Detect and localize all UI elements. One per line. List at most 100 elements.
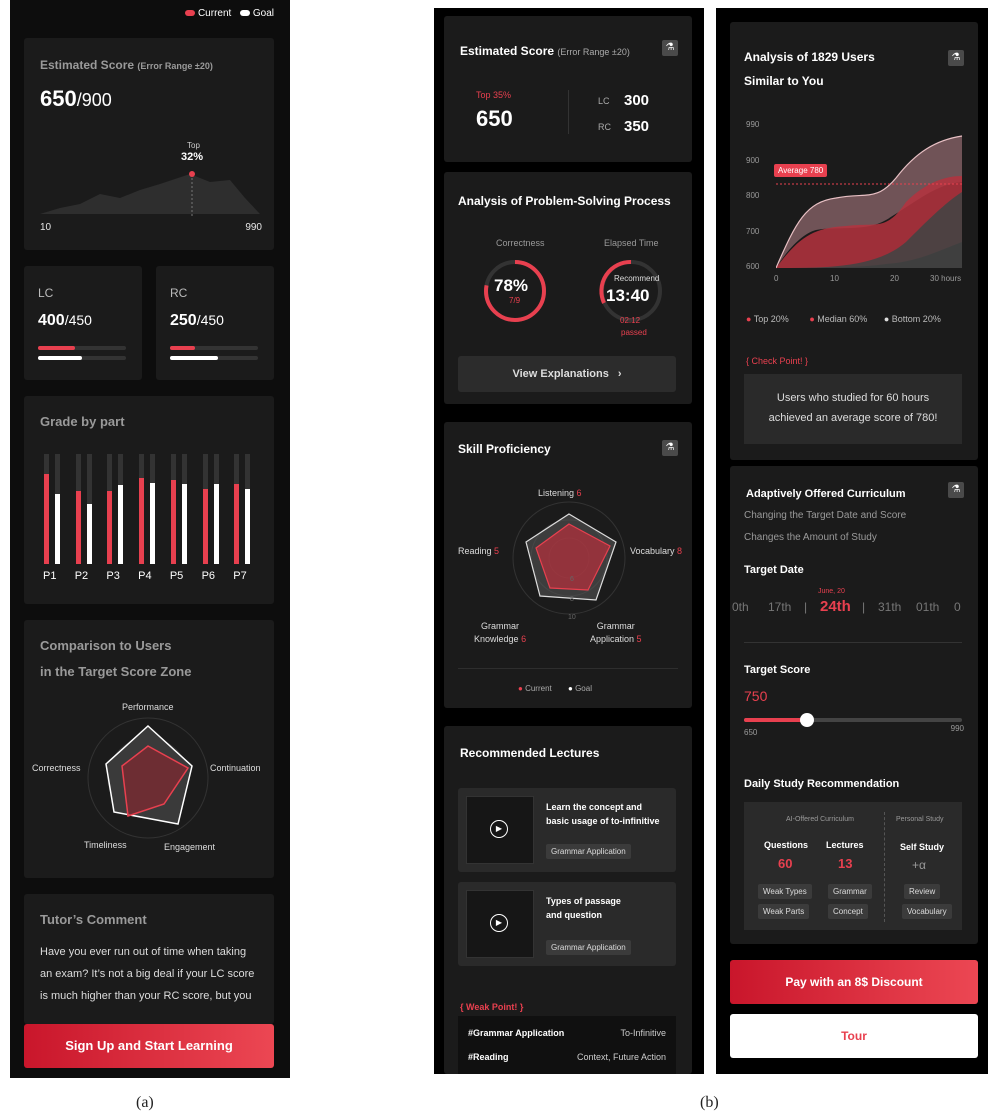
- play-icon[interactable]: ▶: [490, 820, 508, 838]
- lc-current-track: [38, 346, 126, 350]
- date-selected[interactable]: 24th: [820, 600, 851, 615]
- date-option[interactable]: 0: [954, 600, 961, 614]
- grade-bar-current: [170, 480, 176, 564]
- gknow-line-2: Knowledge 6: [474, 633, 526, 646]
- y-tick: 600: [746, 262, 760, 271]
- analysis-legend: ● Top 20% ● Median 60% ● Bottom 20%: [746, 314, 941, 324]
- grade-bar-current-track: [139, 454, 145, 564]
- chevron-right-icon: ›: [617, 368, 622, 380]
- grade-bar-current-track: [44, 454, 49, 564]
- target-month: June, 20: [818, 588, 845, 595]
- view-explanations-button[interactable]: View Explanations ›: [458, 356, 676, 392]
- axis-engagement: Engagement: [164, 842, 216, 852]
- lc-current-fill: [38, 346, 75, 350]
- flask-icon[interactable]: ⚗: [662, 440, 678, 456]
- gknow-value: 6: [521, 634, 527, 644]
- date-option[interactable]: 0th: [732, 600, 749, 614]
- grade-bar-current-track: [107, 454, 113, 564]
- date-separator: |: [862, 600, 866, 614]
- score-slider-handle[interactable]: [800, 713, 815, 727]
- analysis-card: Analysis of 1829 Users Similar to You ⚗ …: [730, 22, 978, 460]
- top-marker-dot: [189, 171, 195, 177]
- legend-goal-dot: [240, 10, 251, 16]
- grade-bar-current: [139, 478, 145, 564]
- lc-card: LC 400/450: [24, 266, 142, 380]
- legend-bottom-dot: ●: [883, 314, 890, 324]
- grade-part-label: P5: [169, 570, 184, 582]
- lecture-item[interactable]: ▶ Learn the concept and basic usage of t…: [458, 788, 676, 872]
- flask-icon[interactable]: ⚗: [948, 50, 964, 66]
- grade-bar-goal-track: [213, 454, 219, 564]
- grade-bar-goal: [118, 484, 124, 564]
- gapp-line-2: Application 5: [590, 633, 642, 646]
- grade-bar-goal-track: [55, 454, 60, 564]
- tag-weak-types[interactable]: Weak Types: [758, 884, 812, 899]
- comparison-title-2: in the Target Score Zone: [40, 664, 192, 679]
- grade-bars: P1 P2 P3 P4 P5 P6 P7: [40, 454, 262, 590]
- self-study-label: Self Study: [900, 842, 945, 852]
- rc-score-value: 250: [170, 312, 197, 329]
- correctness-label: Correctness: [496, 238, 545, 248]
- lc-goal-track: [38, 356, 126, 360]
- screen-b-right: Analysis of 1829 Users Similar to You ⚗ …: [716, 8, 988, 1074]
- vertical-divider: [884, 812, 885, 922]
- skill-vocabulary: Vocabulary 8: [630, 546, 682, 556]
- tag-concept[interactable]: Concept: [828, 904, 868, 919]
- flask-icon[interactable]: ⚗: [948, 482, 964, 498]
- date-picker[interactable]: 0th 17th | 24th | 31th 01th 0: [732, 600, 978, 620]
- lecture-item[interactable]: ▶ Types of passage and question Grammar …: [458, 882, 676, 966]
- date-option[interactable]: 17th: [768, 600, 791, 614]
- pay-button[interactable]: Pay with an 8$ Discount: [730, 960, 978, 1004]
- score-max: /900: [76, 90, 112, 110]
- date-option[interactable]: 31th: [878, 600, 901, 614]
- grade-part-label: P4: [138, 570, 152, 582]
- comparison-title-1: Comparison to Users: [40, 638, 172, 653]
- play-icon[interactable]: ▶: [490, 914, 508, 932]
- average-badge: Average 780: [774, 164, 828, 177]
- view-explanations-label: View Explanations: [512, 368, 609, 380]
- grade-bar-goal: [86, 503, 92, 564]
- target-score-value: 750: [744, 688, 768, 704]
- tag-weak-parts[interactable]: Weak Parts: [758, 904, 810, 919]
- target-date-title: Target Date: [744, 564, 804, 576]
- tag-grammar[interactable]: Grammar: [828, 884, 872, 899]
- flask-icon[interactable]: ⚗: [662, 40, 678, 56]
- tour-button[interactable]: Tour: [730, 1014, 978, 1058]
- passed-label: passed: [621, 328, 647, 337]
- skill-title: Skill Proficiency: [458, 442, 551, 456]
- lecture-title-2: basic usage of to-infinitive: [546, 816, 660, 826]
- date-divider: [744, 642, 962, 643]
- self-study-value: +α: [912, 858, 926, 872]
- error-range-b: (Error Range ±20): [557, 47, 630, 57]
- tag-vocabulary[interactable]: Vocabulary: [902, 904, 952, 919]
- tag-review[interactable]: Review: [904, 884, 941, 899]
- tutor-title: Tutor’s Comment: [40, 912, 147, 927]
- rc-current-track: [170, 346, 258, 350]
- comparison-radar: [87, 717, 209, 839]
- grade-bar-goal: [150, 482, 156, 564]
- grade-part-label: P7: [233, 570, 247, 582]
- legend-current-label: Current: [525, 684, 552, 693]
- top-label: Top: [187, 141, 200, 150]
- score-value: 650: [40, 86, 77, 111]
- score-slider[interactable]: [744, 713, 962, 727]
- gapp-line-1: Grammar: [596, 621, 635, 631]
- legend-goal-label: Goal: [575, 684, 592, 693]
- x-tick: 30 hours: [930, 274, 962, 283]
- grade-part-label: P6: [201, 570, 216, 582]
- correctness-sub: 7/9: [509, 296, 521, 305]
- ring-label-8: 8: [570, 596, 574, 603]
- top-value: 32%: [181, 151, 204, 163]
- x-tick: 0: [774, 274, 779, 283]
- date-option[interactable]: 01th: [916, 600, 939, 614]
- lc-goal-fill: [38, 356, 82, 360]
- daily-box: AI-Offered Curriculum Personal Study Que…: [744, 802, 962, 930]
- vocabulary-label: Vocabulary: [630, 546, 675, 556]
- legend-current-dot: ●: [518, 684, 523, 693]
- comparison-card: Comparison to Users in the Target Score …: [24, 620, 274, 878]
- sign-up-button[interactable]: Sign Up and Start Learning: [24, 1024, 274, 1068]
- passed-time: 02:12: [620, 316, 641, 325]
- axis-min: 10: [40, 222, 52, 233]
- lectures-title: Recommended Lectures: [460, 746, 600, 760]
- screen-b-left: Estimated Score (Error Range ±20) ⚗ Top …: [434, 8, 704, 1074]
